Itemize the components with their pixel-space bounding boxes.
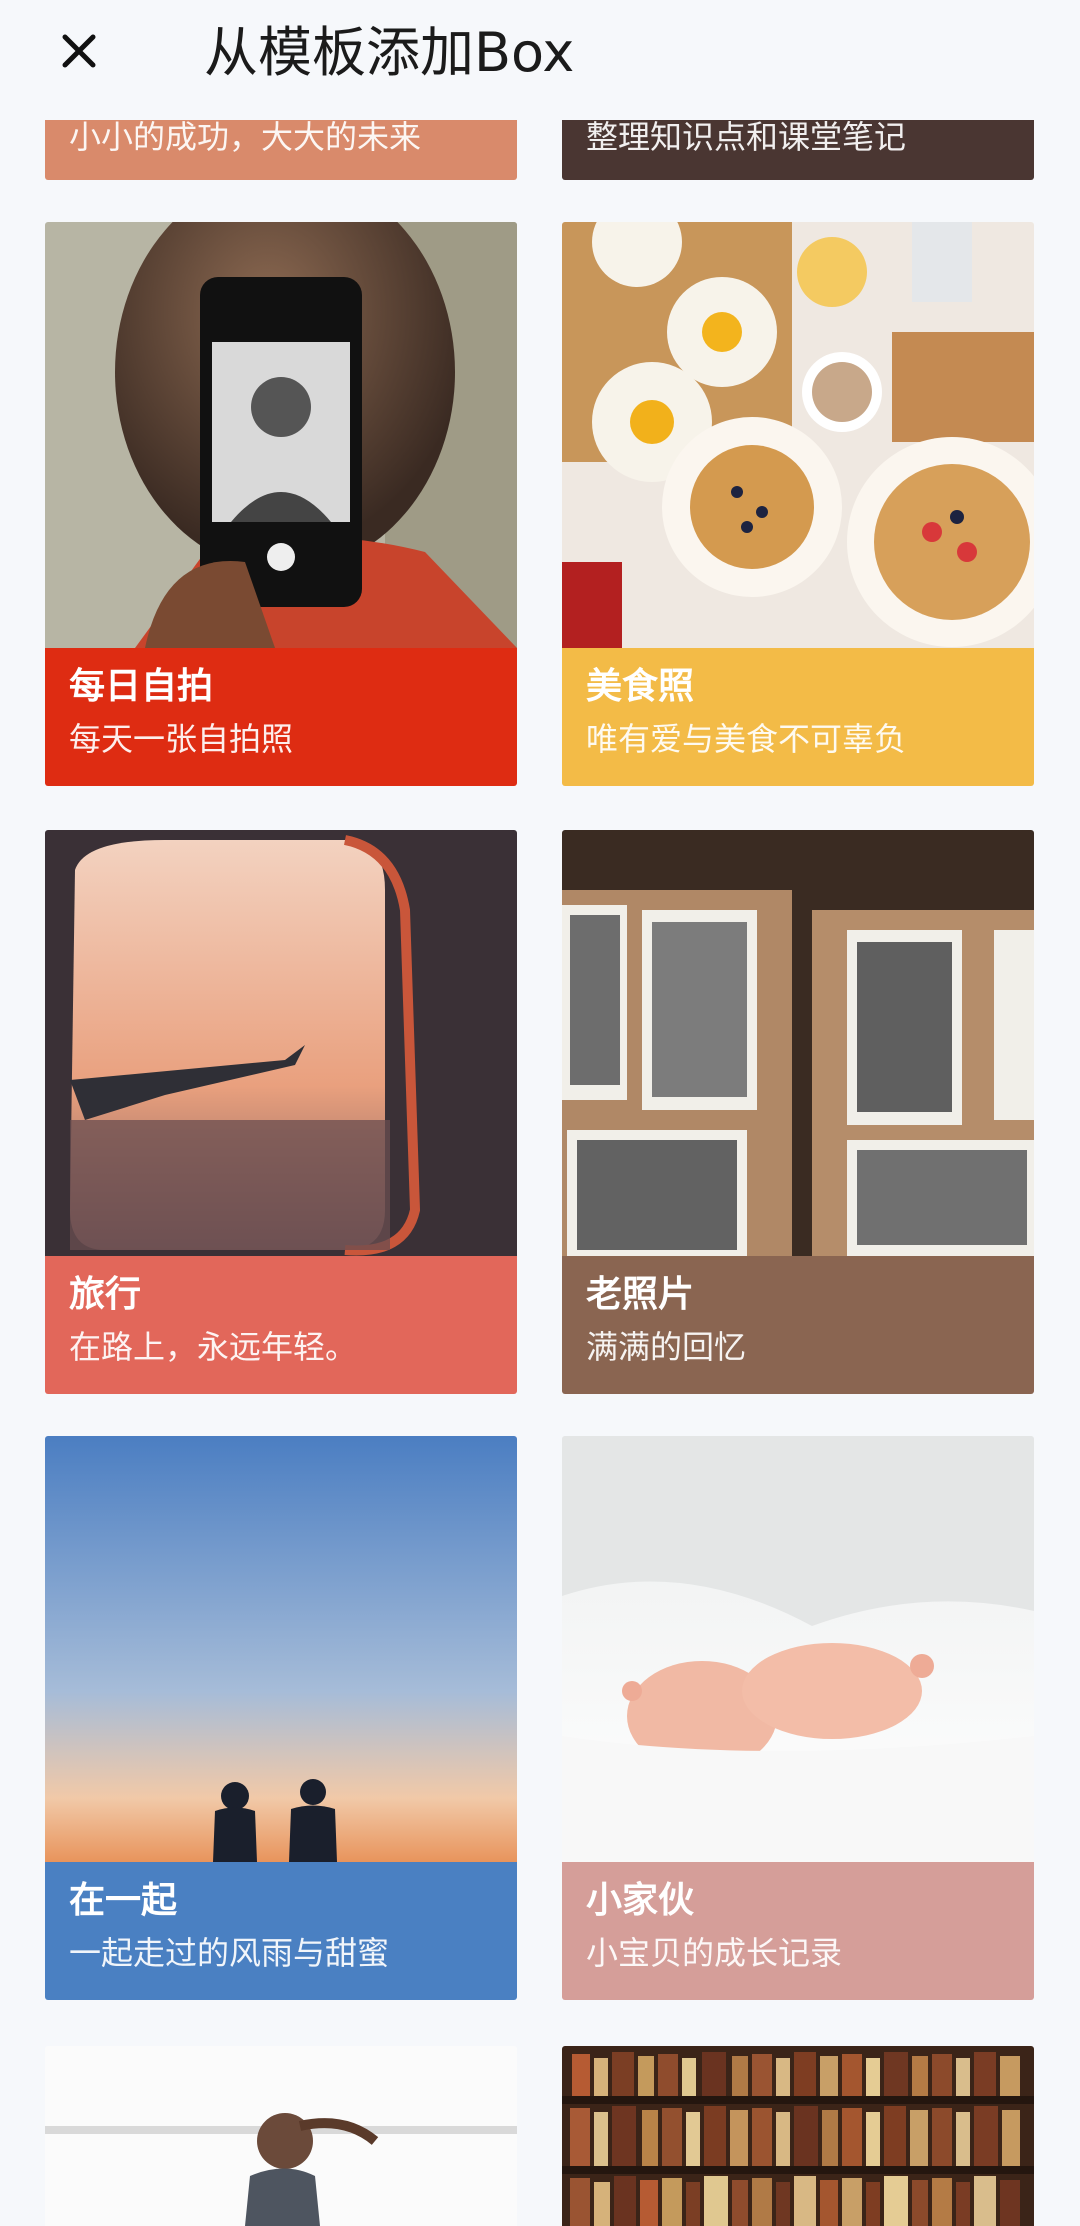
template-subtitle: 整理知识点和课堂笔记 (586, 120, 907, 156)
template-subtitle: 每天一张自拍照 (69, 720, 294, 758)
template-card-food[interactable]: 美食照 唯有爱与美食不可辜负 (562, 222, 1034, 786)
template-subtitle: 一起走过的风雨与甜蜜 (69, 1934, 390, 1972)
template-image (45, 2046, 517, 2226)
template-card-selfie[interactable]: 每日自拍 每天一张自拍照 (45, 222, 517, 786)
template-image (45, 830, 517, 1256)
template-title: 美食照 (586, 666, 695, 707)
template-caption: 小家伙 小宝贝的成长记录 (562, 1862, 1034, 2000)
template-title: 每日自拍 (69, 666, 214, 707)
template-caption: 在一起 一起走过的风雨与甜蜜 (45, 1862, 517, 2000)
template-caption: 每日自拍 每天一张自拍照 (45, 648, 517, 786)
template-title: 在一起 (69, 1880, 178, 1921)
template-card-baby[interactable]: 小家伙 小宝贝的成长记录 (562, 1436, 1034, 2000)
template-image (562, 1436, 1034, 1862)
template-subtitle: 满满的回忆 (586, 1328, 747, 1366)
template-image (562, 222, 1034, 648)
template-picker-screen: 小小的成功，大大的未来 整理知识点和课堂笔记 从模板添加Box 每日自拍 每天一… (0, 0, 1080, 2226)
template-caption: 旅行 在路上，永远年轻。 (45, 1256, 517, 1394)
template-subtitle: 唯有爱与美食不可辜负 (586, 720, 907, 758)
template-image (45, 222, 517, 648)
template-image (562, 2046, 1034, 2226)
close-icon (62, 34, 96, 68)
template-image (45, 1436, 517, 1862)
template-card-old-photos[interactable]: 老照片 满满的回忆 (562, 830, 1034, 1394)
template-title: 旅行 (69, 1274, 142, 1315)
template-title: 老照片 (586, 1274, 695, 1315)
close-button[interactable] (50, 22, 108, 80)
page-title: 从模板添加Box (204, 21, 575, 84)
template-subtitle: 小小的成功，大大的未来 (69, 120, 422, 156)
template-image (562, 830, 1034, 1256)
template-caption: 老照片 满满的回忆 (562, 1256, 1034, 1394)
template-card-running[interactable] (45, 2046, 517, 2226)
template-card-together[interactable]: 在一起 一起走过的风雨与甜蜜 (45, 1436, 517, 2000)
template-caption: 美食照 唯有爱与美食不可辜负 (562, 648, 1034, 786)
template-card-books[interactable] (562, 2046, 1034, 2226)
template-card-partial-left[interactable]: 小小的成功，大大的未来 (45, 120, 517, 180)
template-subtitle: 在路上，永远年轻。 (69, 1328, 358, 1366)
top-bar: 从模板添加Box (0, 0, 1080, 118)
template-title: 小家伙 (586, 1880, 695, 1921)
template-subtitle: 小宝贝的成长记录 (586, 1934, 843, 1972)
template-card-partial-right[interactable]: 整理知识点和课堂笔记 (562, 120, 1034, 180)
template-card-travel[interactable]: 旅行 在路上，永远年轻。 (45, 830, 517, 1394)
